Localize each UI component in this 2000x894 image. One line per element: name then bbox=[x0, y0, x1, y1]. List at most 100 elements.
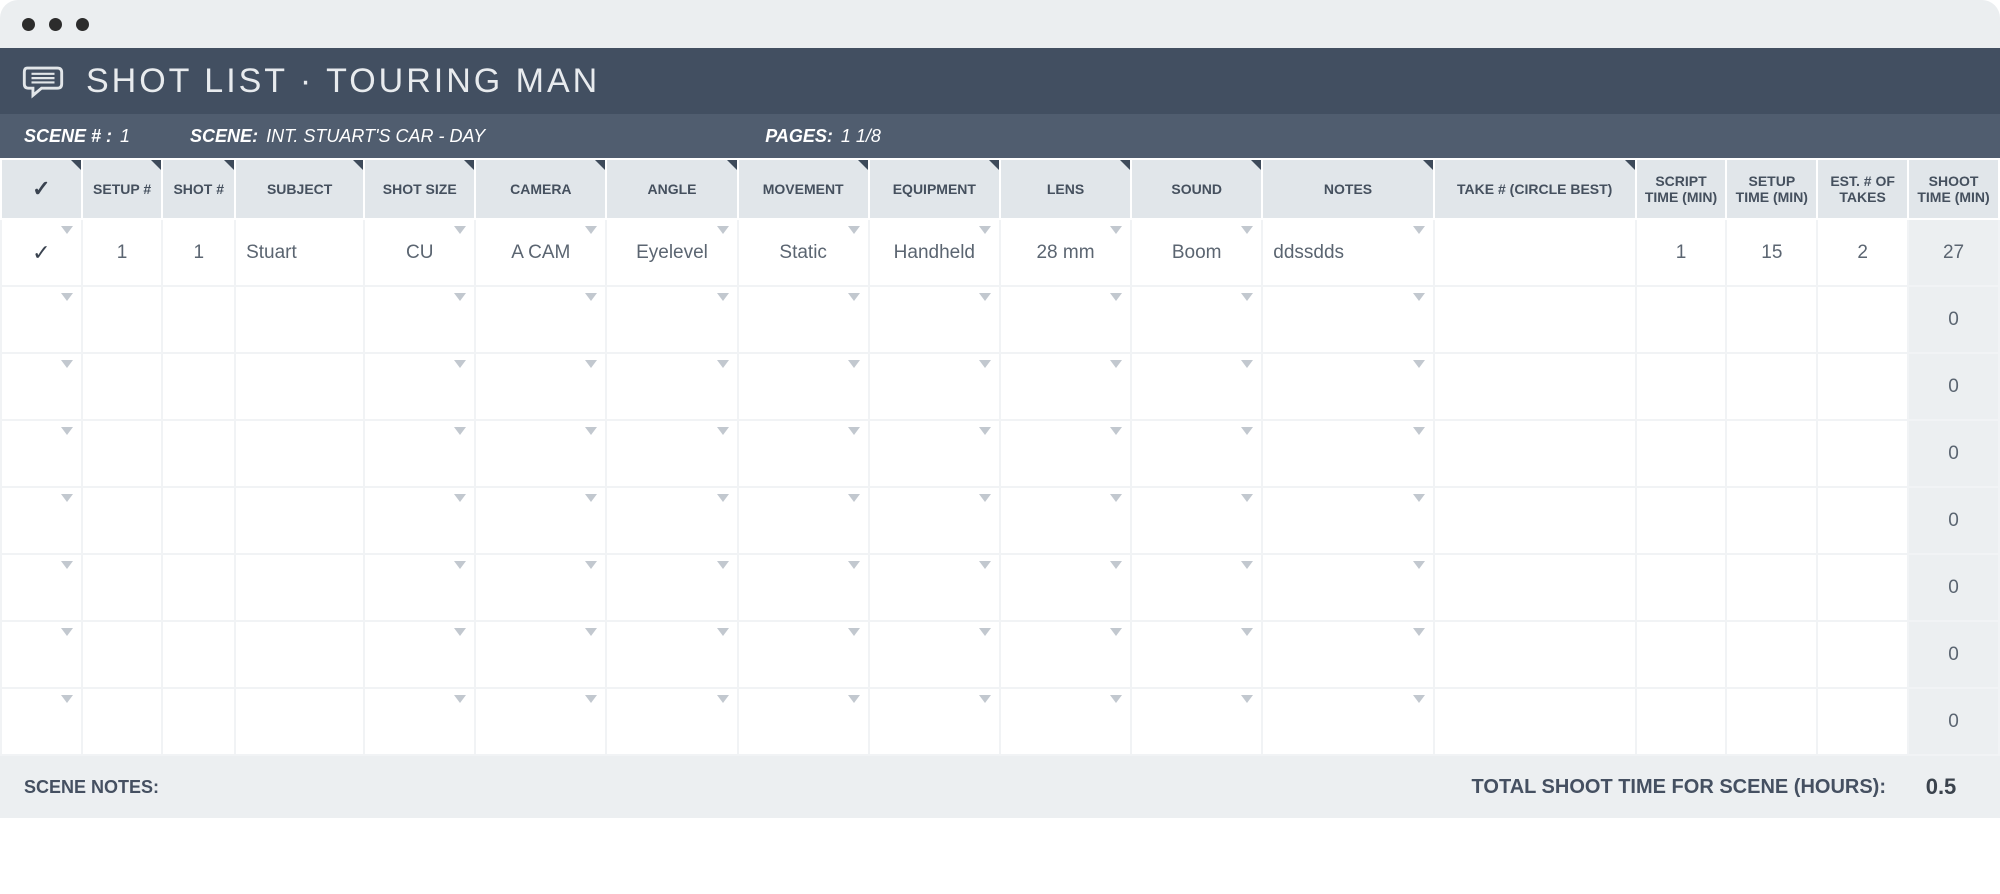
cell-check[interactable] bbox=[1, 286, 82, 353]
dropdown-caret-icon[interactable] bbox=[61, 561, 73, 569]
cell-movement[interactable] bbox=[738, 487, 869, 554]
cell-setup-time[interactable] bbox=[1726, 554, 1817, 621]
dropdown-caret-icon[interactable] bbox=[454, 360, 466, 368]
scene-number-value[interactable]: 1 bbox=[120, 126, 130, 147]
cell-check[interactable] bbox=[1, 420, 82, 487]
cell-setup[interactable] bbox=[82, 688, 163, 755]
col-subject[interactable]: SUBJECT bbox=[235, 159, 364, 219]
col-check[interactable]: ✓ bbox=[1, 159, 82, 219]
cell-angle[interactable] bbox=[606, 621, 737, 688]
dropdown-caret-icon[interactable] bbox=[1110, 226, 1122, 234]
cell-sound[interactable] bbox=[1131, 688, 1262, 755]
dropdown-caret-icon[interactable] bbox=[585, 628, 597, 636]
cell-lens[interactable] bbox=[1000, 688, 1131, 755]
dropdown-caret-icon[interactable] bbox=[717, 695, 729, 703]
cell-est-takes[interactable] bbox=[1817, 688, 1908, 755]
dropdown-caret-icon[interactable] bbox=[848, 427, 860, 435]
dropdown-caret-icon[interactable] bbox=[585, 360, 597, 368]
cell-check[interactable] bbox=[1, 688, 82, 755]
cell-shot[interactable]: 1 bbox=[162, 219, 235, 286]
cell-camera[interactable] bbox=[475, 487, 606, 554]
cell-setup-time[interactable] bbox=[1726, 688, 1817, 755]
dropdown-caret-icon[interactable] bbox=[848, 628, 860, 636]
col-movement[interactable]: MOVEMENT bbox=[738, 159, 869, 219]
window-close-icon[interactable] bbox=[22, 18, 35, 31]
dropdown-caret-icon[interactable] bbox=[1413, 628, 1425, 636]
col-sound[interactable]: SOUND bbox=[1131, 159, 1262, 219]
cell-shot-size[interactable]: CU bbox=[364, 219, 475, 286]
cell-setup[interactable] bbox=[82, 353, 163, 420]
dropdown-caret-icon[interactable] bbox=[61, 427, 73, 435]
col-est-takes[interactable]: EST. # OF TAKES bbox=[1817, 159, 1908, 219]
cell-est-takes[interactable]: 2 bbox=[1817, 219, 1908, 286]
cell-check[interactable] bbox=[1, 487, 82, 554]
dropdown-caret-icon[interactable] bbox=[454, 628, 466, 636]
dropdown-caret-icon[interactable] bbox=[1110, 695, 1122, 703]
cell-shot[interactable] bbox=[162, 554, 235, 621]
cell-equipment[interactable] bbox=[869, 286, 1000, 353]
cell-setup[interactable]: 1 bbox=[82, 219, 163, 286]
cell-angle[interactable] bbox=[606, 487, 737, 554]
cell-movement[interactable] bbox=[738, 286, 869, 353]
cell-camera[interactable] bbox=[475, 353, 606, 420]
cell-shot-size[interactable] bbox=[364, 487, 475, 554]
cell-lens[interactable] bbox=[1000, 554, 1131, 621]
cell-shoot-time[interactable]: 0 bbox=[1908, 621, 1999, 688]
cell-shot[interactable] bbox=[162, 286, 235, 353]
dropdown-caret-icon[interactable] bbox=[1413, 360, 1425, 368]
dropdown-caret-icon[interactable] bbox=[61, 360, 73, 368]
dropdown-caret-icon[interactable] bbox=[1413, 226, 1425, 234]
cell-subject[interactable] bbox=[235, 688, 364, 755]
dropdown-caret-icon[interactable] bbox=[585, 293, 597, 301]
cell-subject[interactable]: Stuart bbox=[235, 219, 364, 286]
dropdown-caret-icon[interactable] bbox=[979, 695, 991, 703]
dropdown-caret-icon[interactable] bbox=[1110, 494, 1122, 502]
cell-subject[interactable] bbox=[235, 621, 364, 688]
dropdown-caret-icon[interactable] bbox=[979, 494, 991, 502]
cell-setup-time[interactable] bbox=[1726, 487, 1817, 554]
cell-notes[interactable]: ddssdds bbox=[1262, 219, 1434, 286]
cell-subject[interactable] bbox=[235, 487, 364, 554]
dropdown-caret-icon[interactable] bbox=[717, 561, 729, 569]
cell-notes[interactable] bbox=[1262, 688, 1434, 755]
cell-lens[interactable] bbox=[1000, 487, 1131, 554]
dropdown-caret-icon[interactable] bbox=[848, 695, 860, 703]
cell-check[interactable] bbox=[1, 554, 82, 621]
cell-camera[interactable] bbox=[475, 420, 606, 487]
cell-shot[interactable] bbox=[162, 353, 235, 420]
dropdown-caret-icon[interactable] bbox=[717, 494, 729, 502]
cell-angle[interactable] bbox=[606, 286, 737, 353]
cell-angle[interactable] bbox=[606, 353, 737, 420]
cell-setup-time[interactable] bbox=[1726, 420, 1817, 487]
cell-setup-time[interactable] bbox=[1726, 286, 1817, 353]
col-lens[interactable]: LENS bbox=[1000, 159, 1131, 219]
cell-script-time[interactable] bbox=[1636, 420, 1727, 487]
dropdown-caret-icon[interactable] bbox=[1413, 561, 1425, 569]
cell-take[interactable] bbox=[1434, 420, 1636, 487]
dropdown-caret-icon[interactable] bbox=[454, 494, 466, 502]
dropdown-caret-icon[interactable] bbox=[1241, 628, 1253, 636]
cell-est-takes[interactable] bbox=[1817, 353, 1908, 420]
cell-est-takes[interactable] bbox=[1817, 420, 1908, 487]
cell-shoot-time[interactable]: 0 bbox=[1908, 487, 1999, 554]
dropdown-caret-icon[interactable] bbox=[717, 427, 729, 435]
col-script-time[interactable]: SCRIPT TIME (MIN) bbox=[1636, 159, 1727, 219]
dropdown-caret-icon[interactable] bbox=[585, 226, 597, 234]
cell-equipment[interactable] bbox=[869, 420, 1000, 487]
cell-shot-size[interactable] bbox=[364, 420, 475, 487]
window-minimize-icon[interactable] bbox=[49, 18, 62, 31]
dropdown-caret-icon[interactable] bbox=[61, 226, 73, 234]
cell-take[interactable] bbox=[1434, 353, 1636, 420]
col-setup[interactable]: SETUP # bbox=[82, 159, 163, 219]
col-equipment[interactable]: EQUIPMENT bbox=[869, 159, 1000, 219]
cell-notes[interactable] bbox=[1262, 487, 1434, 554]
cell-setup[interactable] bbox=[82, 420, 163, 487]
dropdown-caret-icon[interactable] bbox=[454, 427, 466, 435]
cell-shot-size[interactable] bbox=[364, 286, 475, 353]
dropdown-caret-icon[interactable] bbox=[848, 561, 860, 569]
cell-shoot-time[interactable]: 0 bbox=[1908, 286, 1999, 353]
dropdown-caret-icon[interactable] bbox=[61, 695, 73, 703]
cell-movement[interactable] bbox=[738, 353, 869, 420]
cell-movement[interactable]: Static bbox=[738, 219, 869, 286]
cell-setup[interactable] bbox=[82, 554, 163, 621]
